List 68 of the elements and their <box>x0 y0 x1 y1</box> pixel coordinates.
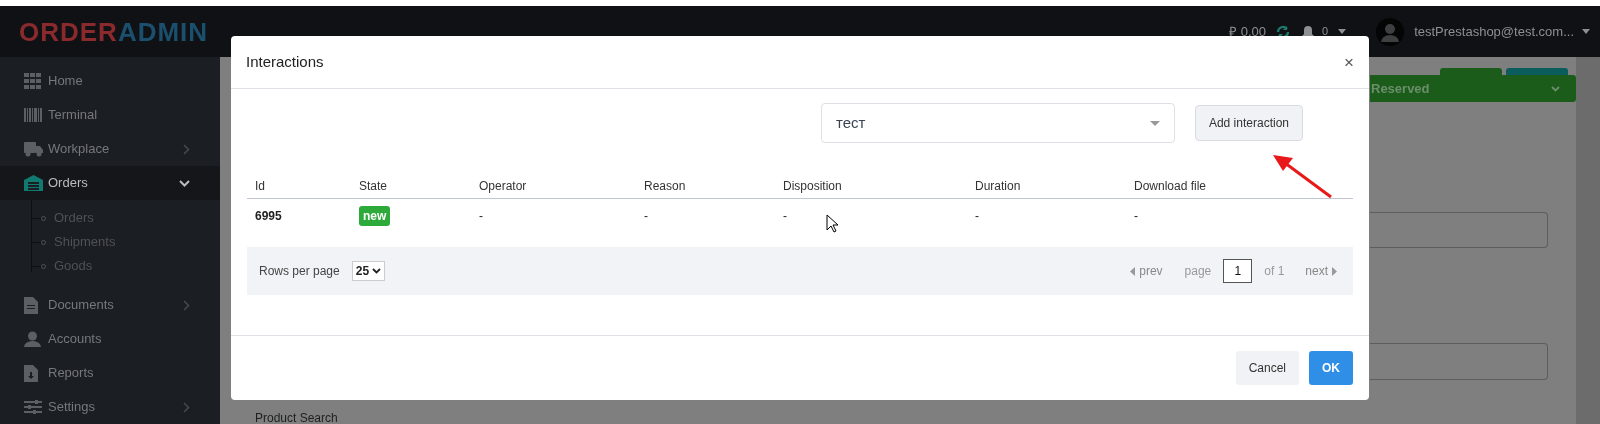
column-header: Disposition <box>783 178 843 195</box>
page-label: page <box>1184 263 1212 280</box>
page-count: of 1 <box>1264 263 1285 280</box>
triangle-right-icon <box>1332 266 1337 276</box>
chevron-down-icon <box>1551 85 1560 92</box>
user-email[interactable]: testPrestashop@test.com... <box>1414 21 1574 42</box>
warehouse-icon <box>24 175 43 191</box>
sidebar-item[interactable]: Orders <box>0 166 220 200</box>
avatar-icon[interactable] <box>1376 17 1405 46</box>
tab-strip[interactable] <box>1440 68 1502 75</box>
field-label: Product Search <box>255 411 338 424</box>
add-interaction-button[interactable]: Add interaction <box>1194 105 1303 141</box>
refresh-icon[interactable] <box>1276 24 1290 39</box>
caret-icon[interactable] <box>1582 29 1590 34</box>
column-header: Download file <box>1134 178 1208 195</box>
tab-strip[interactable] <box>1506 68 1568 75</box>
chevron-right-icon[interactable] <box>183 299 190 311</box>
status-dropdown[interactable]: Reserved <box>1370 75 1576 102</box>
chevron-down-icon <box>372 268 382 274</box>
sidebar-item[interactable]: Settings <box>0 390 220 424</box>
chevron-down-icon[interactable] <box>179 179 190 187</box>
user-icon <box>24 331 41 347</box>
grid-icon <box>24 73 42 89</box>
column-header: Duration <box>975 178 1022 195</box>
balance-text: ₽ 0.00 <box>1229 22 1266 41</box>
bell-icon[interactable] <box>1302 24 1314 39</box>
sidebar-item[interactable]: Reports <box>0 356 220 390</box>
page-input[interactable]: 1 <box>1223 259 1253 283</box>
chevron-right-icon[interactable] <box>183 143 190 155</box>
rows-per-page-label: Rows per page <box>259 263 340 280</box>
sidebar-item[interactable]: Accounts <box>0 322 220 356</box>
barcode-icon <box>24 108 42 122</box>
notification-count: 0 <box>1322 24 1329 40</box>
sidebar-item[interactable]: Home <box>0 64 220 98</box>
table-cell: - <box>783 209 787 223</box>
column-header: Reason <box>644 178 687 195</box>
rows-per-page-select[interactable]: 25 <box>351 261 386 281</box>
prev-button[interactable]: prev <box>1130 262 1163 280</box>
sidebar-item[interactable]: Documents <box>0 288 220 322</box>
cancel-button[interactable]: Cancel <box>1235 351 1299 385</box>
next-button[interactable]: next <box>1305 262 1337 280</box>
triangle-left-icon <box>1130 266 1136 276</box>
column-header: Operator <box>479 178 528 195</box>
column-header: Id <box>255 178 266 195</box>
input-field[interactable] <box>1370 343 1548 380</box>
sidebar-item[interactable]: Terminal <box>0 98 220 132</box>
caret-icon <box>1149 120 1160 126</box>
logo[interactable]: ORDERADMIN <box>19 18 209 45</box>
select-field[interactable]: тест <box>820 103 1175 143</box>
table-cell: 6995 <box>255 209 282 223</box>
caret-icon[interactable] <box>1338 29 1347 34</box>
sliders-icon <box>24 400 42 414</box>
truck-icon <box>24 141 43 157</box>
column-header: State <box>359 178 389 195</box>
table-cell: - <box>479 209 483 223</box>
scrollbar[interactable] <box>1576 57 1600 424</box>
input-field[interactable] <box>1370 212 1548 248</box>
modal-title: Interactions <box>246 51 324 72</box>
state-badge: new <box>359 206 391 226</box>
ok-button[interactable]: OK <box>1309 351 1353 385</box>
table-cell: - <box>644 209 648 223</box>
chevron-right-icon[interactable] <box>183 401 190 413</box>
document-icon <box>24 296 38 314</box>
sidebar-item[interactable]: Workplace <box>0 132 220 166</box>
download-document-icon <box>24 364 38 382</box>
table-cell: - <box>1134 209 1138 223</box>
table-cell: - <box>975 209 979 223</box>
close-button[interactable]: × <box>1344 53 1354 71</box>
